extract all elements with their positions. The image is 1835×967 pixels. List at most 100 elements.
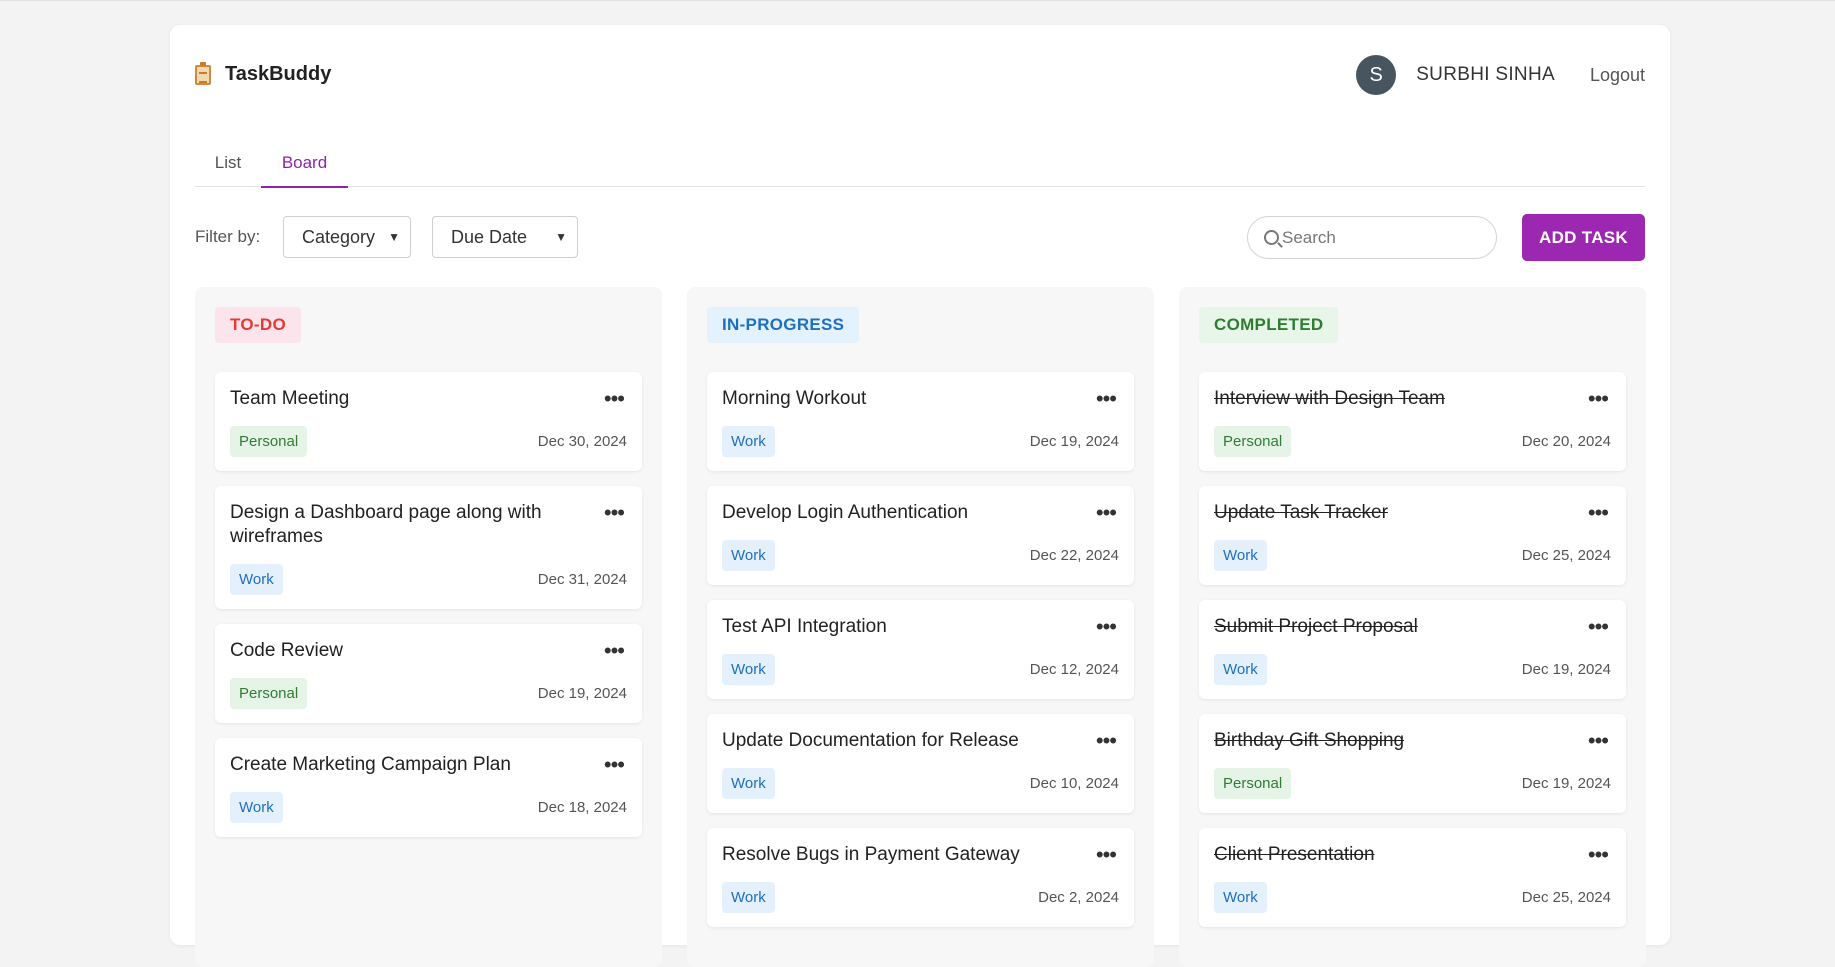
due-date: Dec 10, 2024 — [1029, 775, 1119, 792]
due-date: Dec 12, 2024 — [1029, 661, 1119, 678]
user-area: S SURBHI SINHA Logout — [1356, 55, 1645, 95]
task-footer: Work Dec 25, 2024 — [1214, 882, 1611, 913]
task-footer: Work Dec 12, 2024 — [722, 654, 1119, 685]
more-options-icon[interactable]: ••• — [1588, 616, 1609, 638]
task-card[interactable]: Update Documentation for Release ••• Work D… — [707, 714, 1134, 813]
card-list: Interview with Design Team ••• Personal Dec… — [1199, 372, 1626, 942]
task-footer: Work Dec 10, 2024 — [722, 768, 1119, 799]
category-tag: Work — [1214, 654, 1267, 685]
task-card[interactable]: Develop Login Authentication ••• Work Dec 2… — [707, 486, 1134, 585]
task-card[interactable]: Morning Workout ••• Work Dec 19, 2024 — [707, 372, 1134, 471]
column-header-badge: IN-PROGRESS — [707, 307, 860, 343]
more-options-icon[interactable]: ••• — [1096, 844, 1117, 866]
task-title: Code Review — [230, 640, 343, 661]
task-card[interactable]: Design a Dashboard page along with wiref… — [215, 486, 642, 609]
task-title: Interview with Design Team — [1214, 388, 1445, 409]
app-logo[interactable]: TaskBuddy — [195, 61, 332, 86]
task-card[interactable]: Resolve Bugs in Payment Gateway ••• Work De… — [707, 828, 1134, 927]
category-tag: Personal — [230, 678, 308, 709]
task-card[interactable]: Submit Project Proposal ••• Work Dec 19, 20… — [1199, 600, 1626, 699]
task-footer: Personal Dec 19, 2024 — [230, 678, 627, 709]
task-card[interactable]: Update Task Tracker ••• Work Dec 25, 2024 — [1199, 486, 1626, 585]
logout-link[interactable]: Logout — [1590, 65, 1645, 86]
due-date-select[interactable]: Due Date ▼ — [432, 216, 578, 258]
category-tag: Work — [230, 792, 283, 823]
task-title: Birthday Gift Shopping — [1214, 730, 1405, 751]
category-tag: Work — [722, 768, 775, 799]
task-footer: Work Dec 25, 2024 — [1214, 540, 1611, 571]
more-options-icon[interactable]: ••• — [1588, 388, 1609, 410]
category-tag: Personal — [230, 426, 308, 457]
card-list: Team Meeting ••• Personal Dec 30, 2024 Desig… — [215, 372, 642, 852]
task-title: Morning Workout — [722, 388, 867, 409]
due-date: Dec 19, 2024 — [1521, 775, 1611, 792]
task-title: Design a Dashboard page along with wiref… — [230, 502, 542, 547]
category-tag: Work — [230, 564, 283, 595]
task-title: Develop Login Authentication — [722, 502, 969, 523]
more-options-icon[interactable]: ••• — [604, 640, 625, 662]
due-date: Dec 22, 2024 — [1029, 547, 1119, 564]
task-title: Create Marketing Campaign Plan — [230, 754, 511, 775]
more-options-icon[interactable]: ••• — [1588, 502, 1609, 524]
view-tabs: List Board — [195, 139, 1645, 188]
task-title: Test API Integration — [722, 616, 887, 637]
task-title: Submit Project Proposal — [1214, 616, 1418, 637]
task-footer: Personal Dec 20, 2024 — [1214, 426, 1611, 457]
search-icon — [1264, 230, 1279, 245]
tab-list[interactable]: List — [195, 153, 261, 186]
task-card[interactable]: Test API Integration ••• Work Dec 12, 2024 — [707, 600, 1134, 699]
task-card[interactable]: Interview with Design Team ••• Personal Dec… — [1199, 372, 1626, 471]
more-options-icon[interactable]: ••• — [1096, 616, 1117, 638]
more-options-icon[interactable]: ••• — [604, 754, 625, 776]
task-footer: Personal Dec 19, 2024 — [1214, 768, 1611, 799]
category-tag: Work — [1214, 540, 1267, 571]
task-title: Client Presentation — [1214, 844, 1375, 865]
due-date-select-value: Due Date — [451, 227, 528, 247]
task-card[interactable]: Code Review ••• Personal Dec 19, 2024 — [215, 624, 642, 723]
category-select[interactable]: Category ▼ — [283, 216, 411, 258]
more-options-icon[interactable]: ••• — [604, 388, 625, 410]
task-card[interactable]: Client Presentation ••• Work Dec 25, 2024 — [1199, 828, 1626, 927]
avatar[interactable]: S — [1356, 55, 1397, 95]
app-title: TaskBuddy — [225, 63, 332, 85]
header: TaskBuddy S SURBHI SINHA Logout — [195, 55, 1645, 101]
search-input[interactable] — [1282, 226, 1482, 250]
tab-board[interactable]: Board — [261, 153, 348, 188]
column-header-badge: COMPLETED — [1199, 307, 1339, 343]
task-footer: Work Dec 18, 2024 — [230, 792, 627, 823]
due-date: Dec 25, 2024 — [1521, 889, 1611, 906]
due-date: Dec 30, 2024 — [537, 433, 627, 450]
task-footer: Personal Dec 30, 2024 — [230, 426, 627, 457]
task-card[interactable]: Team Meeting ••• Personal Dec 30, 2024 — [215, 372, 642, 471]
more-options-icon[interactable]: ••• — [1096, 502, 1117, 524]
task-footer: Work Dec 19, 2024 — [722, 426, 1119, 457]
category-tag: Personal — [1214, 426, 1292, 457]
task-card[interactable]: Create Marketing Campaign Plan ••• Work Dec… — [215, 738, 642, 837]
user-name: SURBHI SINHA — [1416, 64, 1555, 85]
search-box — [1247, 216, 1497, 259]
more-options-icon[interactable]: ••• — [1588, 730, 1609, 752]
due-date: Dec 25, 2024 — [1521, 547, 1611, 564]
more-options-icon[interactable]: ••• — [1588, 844, 1609, 866]
category-tag: Work — [722, 540, 775, 571]
task-footer: Work Dec 31, 2024 — [230, 564, 627, 595]
due-date: Dec 19, 2024 — [537, 685, 627, 702]
more-options-icon[interactable]: ••• — [1096, 388, 1117, 410]
column-todo: TO-DO Team Meeting ••• Personal Dec 30, 2024… — [195, 287, 662, 967]
due-date: Dec 2, 2024 — [1038, 889, 1119, 906]
add-task-button[interactable]: ADD TASK — [1522, 214, 1645, 261]
app-container: TaskBuddy S SURBHI SINHA Logout List Boa… — [170, 25, 1670, 967]
task-footer: Work Dec 2, 2024 — [722, 882, 1119, 913]
due-date: Dec 31, 2024 — [537, 571, 627, 588]
category-tag: Work — [722, 882, 775, 913]
task-card[interactable]: Birthday Gift Shopping ••• Personal Dec 19,… — [1199, 714, 1626, 813]
task-title: Team Meeting — [230, 388, 350, 409]
chevron-down-icon: ▼ — [555, 230, 567, 244]
more-options-icon[interactable]: ••• — [1096, 730, 1117, 752]
due-date: Dec 18, 2024 — [537, 799, 627, 816]
category-tag: Work — [722, 654, 775, 685]
category-tag: Work — [1214, 882, 1267, 913]
filter-bar: Filter by: Category ▼ Due Date ▼ ADD TAS… — [195, 214, 1645, 263]
more-options-icon[interactable]: ••• — [604, 502, 625, 524]
chevron-down-icon: ▼ — [388, 230, 400, 244]
